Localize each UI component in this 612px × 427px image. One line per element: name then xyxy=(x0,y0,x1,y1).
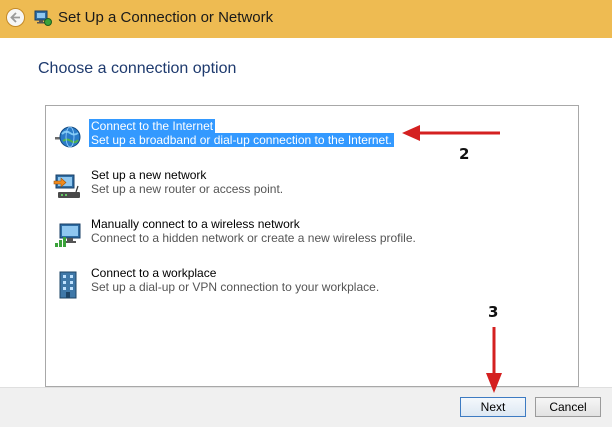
wireless-network-icon xyxy=(55,223,81,247)
annotation-step-2: 2 xyxy=(459,145,470,163)
router-setup-icon xyxy=(53,174,80,198)
annotation-step-3: 3 xyxy=(488,303,499,321)
option-description: Set up a broadband or dial-up connection… xyxy=(89,133,394,147)
network-setup-icon xyxy=(34,10,52,26)
back-arrow-icon xyxy=(10,12,20,23)
page-heading: Choose a connection option xyxy=(38,60,237,77)
option-title: Manually connect to a wireless network xyxy=(91,217,300,231)
option-description: Set up a new router or access point. xyxy=(91,182,284,196)
next-button[interactable]: Next xyxy=(460,397,526,417)
back-button[interactable] xyxy=(6,8,25,27)
option-title: Set up a new network xyxy=(91,168,207,182)
option-title: Connect to the Internet xyxy=(89,119,216,133)
globe-network-icon xyxy=(55,126,81,148)
workplace-building-icon xyxy=(59,271,77,299)
annotation-arrow-down xyxy=(486,327,502,393)
option-new-network[interactable]: Set up a new network Set up a new router… xyxy=(46,167,578,207)
annotation-arrow-left xyxy=(402,125,500,141)
option-title: Connect to a workplace xyxy=(91,266,217,280)
option-description: Set up a dial-up or VPN connection to yo… xyxy=(91,280,380,294)
option-description: Connect to a hidden network or create a … xyxy=(91,231,416,245)
cancel-button[interactable]: Cancel xyxy=(535,397,601,417)
option-manual-wireless[interactable]: Manually connect to a wireless network C… xyxy=(46,216,578,256)
option-workplace[interactable]: Connect to a workplace Set up a dial-up … xyxy=(46,265,578,305)
window-title: Set Up a Connection or Network xyxy=(58,9,274,26)
